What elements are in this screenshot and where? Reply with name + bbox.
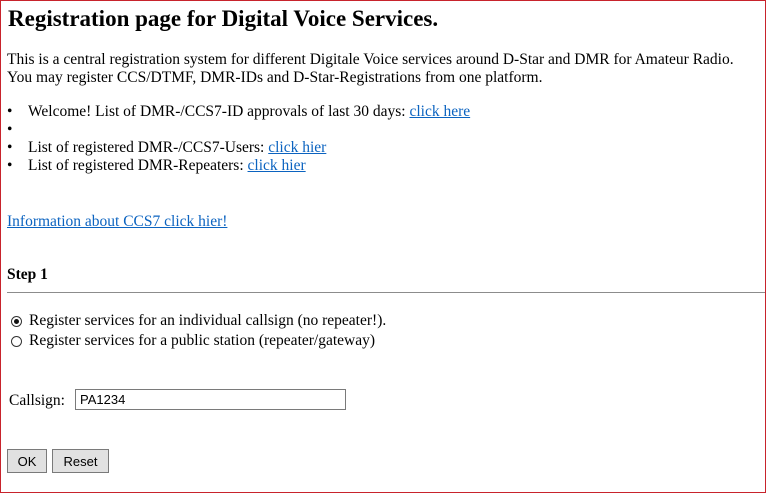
bullet-icon: •: [7, 121, 13, 138]
list-item-empty: •: [7, 121, 470, 139]
list-item-text: List of registered DMR-/CCS7-Users:: [28, 139, 269, 156]
bullet-icon: •: [7, 139, 13, 156]
page-title: Registration page for Digital Voice Serv…: [8, 6, 439, 31]
bullet-icon: •: [7, 157, 13, 174]
bullet-icon: •: [7, 103, 13, 120]
list-item-text: List of registered DMR-Repeaters:: [28, 157, 248, 174]
callsign-label: Callsign:: [9, 392, 65, 409]
list-item-text: Welcome! List of DMR-/CCS7-ID approvals …: [28, 103, 410, 120]
radio-public-station[interactable]: [11, 335, 22, 347]
callsign-input[interactable]: [75, 389, 346, 410]
list-item-repeaters: • List of registered DMR-Repeaters: clic…: [7, 157, 470, 175]
intro-line-1: This is a central registration system fo…: [7, 51, 734, 68]
reset-button[interactable]: Reset: [52, 449, 109, 473]
radio-individual[interactable]: [11, 315, 22, 327]
option-public-station-label: Register services for a public station (…: [29, 332, 376, 349]
approvals-link[interactable]: click here: [409, 103, 470, 120]
divider: [7, 292, 765, 293]
list-item-users: • List of registered DMR-/CCS7-Users: cl…: [7, 139, 470, 157]
list-item-approvals: • Welcome! List of DMR-/CCS7-ID approval…: [7, 103, 470, 121]
registered-repeaters-link[interactable]: click hier: [248, 157, 306, 174]
ccs7-info-link[interactable]: Information about CCS7 click hier!: [7, 213, 227, 231]
links-list: • Welcome! List of DMR-/CCS7-ID approval…: [7, 103, 470, 175]
option-individual[interactable]: Register services for an individual call…: [11, 312, 386, 330]
registered-users-link[interactable]: click hier: [268, 139, 326, 156]
ok-button[interactable]: OK: [7, 449, 47, 473]
intro-line-2: You may register CCS/DTMF, DMR-IDs and D…: [7, 69, 543, 86]
option-public-station[interactable]: Register services for a public station (…: [11, 332, 375, 350]
intro-text: This is a central registration system fo…: [7, 51, 762, 87]
step-heading: Step 1: [7, 266, 48, 283]
option-individual-label: Register services for an individual call…: [29, 312, 387, 329]
